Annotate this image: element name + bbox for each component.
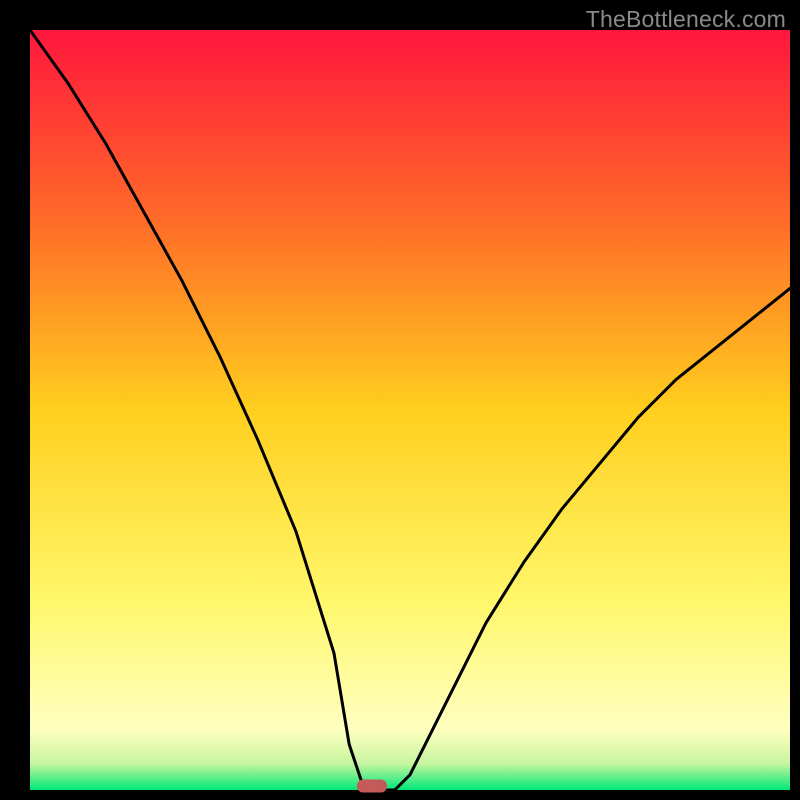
bottleneck-chart [0,0,800,800]
optimal-marker [357,780,387,793]
watermark-text: TheBottleneck.com [586,6,786,33]
chart-gradient-background [30,30,790,790]
chart-svg [0,0,800,800]
